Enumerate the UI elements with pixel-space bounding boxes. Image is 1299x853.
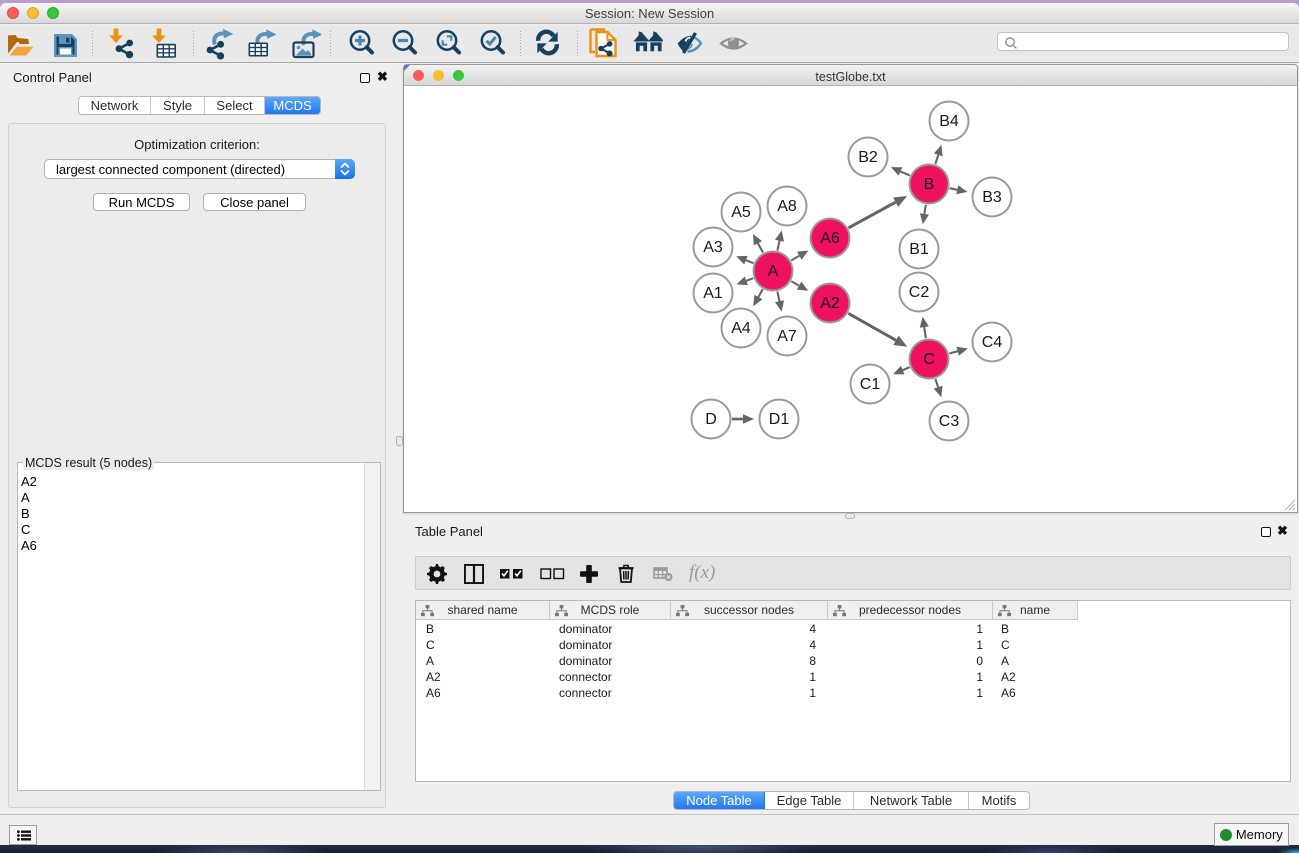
svg-text:B1: B1 <box>909 241 929 258</box>
svg-text:C3: C3 <box>939 413 960 430</box>
svg-text:B4: B4 <box>939 113 959 130</box>
svg-text:C2: C2 <box>909 284 930 301</box>
svg-text:D1: D1 <box>769 411 790 428</box>
svg-text:A4: A4 <box>731 320 751 337</box>
svg-text:B3: B3 <box>982 189 1002 206</box>
svg-text:A3: A3 <box>703 239 723 256</box>
svg-text:B2: B2 <box>858 149 878 166</box>
svg-text:A8: A8 <box>777 198 797 215</box>
svg-text:C4: C4 <box>982 334 1003 351</box>
svg-text:D: D <box>705 411 717 428</box>
svg-text:B: B <box>924 176 935 193</box>
svg-text:C1: C1 <box>860 376 881 393</box>
svg-text:A2: A2 <box>820 295 840 312</box>
svg-text:A5: A5 <box>731 204 751 221</box>
svg-text:C: C <box>923 351 935 368</box>
svg-text:A7: A7 <box>777 328 797 345</box>
svg-text:A6: A6 <box>820 230 840 247</box>
svg-text:A: A <box>768 263 779 280</box>
svg-text:A1: A1 <box>703 285 723 302</box>
